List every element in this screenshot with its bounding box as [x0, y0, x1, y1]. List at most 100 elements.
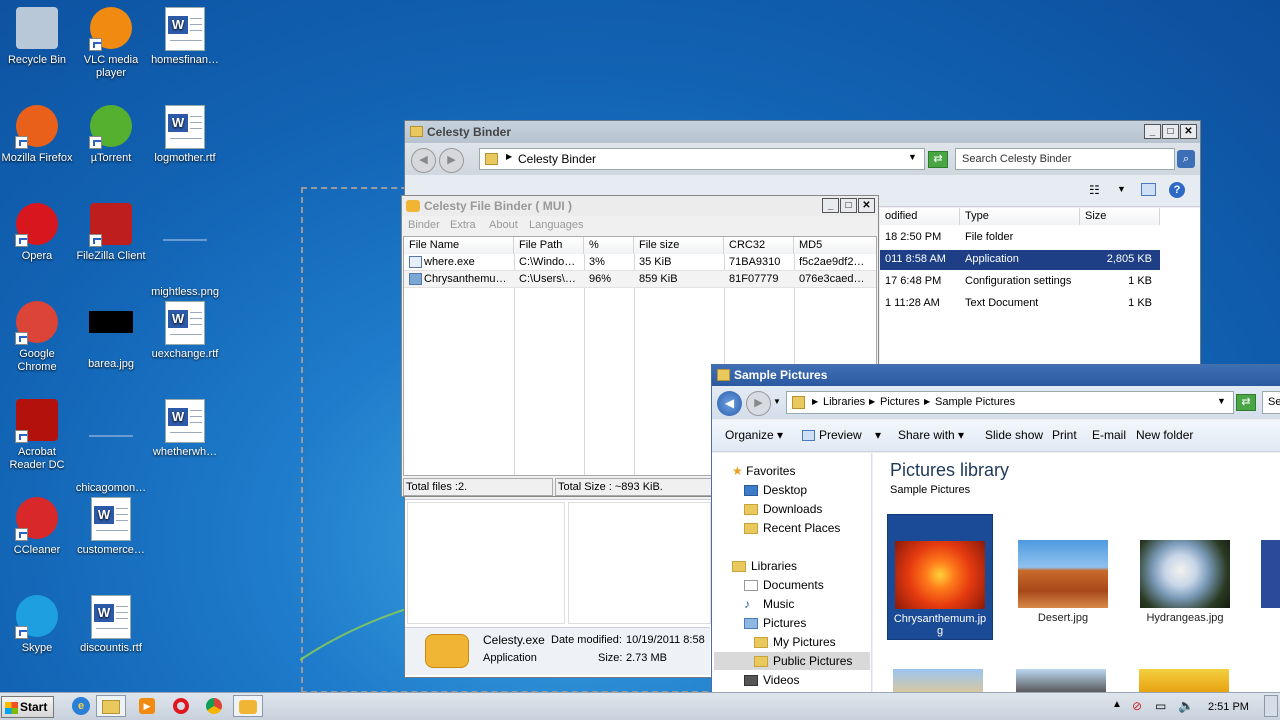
column-header-file-path[interactable]: File Path: [514, 237, 584, 254]
minimize-button[interactable]: _: [822, 198, 839, 213]
back-button[interactable]: ◀: [411, 148, 436, 173]
column-header-percent[interactable]: %: [584, 237, 634, 254]
email-button[interactable]: E-mail: [1092, 420, 1126, 450]
desktop-icon[interactable]: Wlogmother.rtf: [148, 101, 222, 165]
network-icon[interactable]: ⊘: [1132, 699, 1142, 713]
nav-recent-places[interactable]: Recent Places: [744, 519, 840, 537]
share-with-button[interactable]: Share with ▾: [898, 420, 964, 450]
breadcrumb-sample-pictures[interactable]: Sample Pictures: [935, 396, 1015, 408]
desktop-icon[interactable]: Google Chrome: [0, 297, 74, 374]
clock[interactable]: 2:51 PM: [1208, 701, 1249, 713]
menu-binder[interactable]: Binder: [408, 219, 440, 231]
nav-pictures[interactable]: Pictures: [744, 614, 806, 632]
media-player-icon[interactable]: ▶: [132, 695, 162, 717]
column-header-modified[interactable]: odified: [880, 208, 960, 225]
desktop-icon[interactable]: Skype: [0, 591, 74, 655]
menu-about[interactable]: About: [489, 219, 518, 231]
print-button[interactable]: Print: [1052, 420, 1077, 450]
table-row[interactable]: Chrysanthemu… C:\Users\… 96% 859 KiB 81F0777…: [404, 271, 876, 288]
thumbnail-lighthouse[interactable]: [893, 669, 983, 693]
desktop-icon[interactable]: Whomesfinan…: [148, 3, 222, 67]
action-center-icon[interactable]: ▭: [1155, 699, 1166, 713]
thumbnail-chrysanthemum[interactable]: Chrysanthemum.jpg: [887, 514, 993, 640]
nav-music[interactable]: ♪ Music: [744, 595, 794, 613]
windows-explorer-icon[interactable]: [96, 695, 126, 717]
new-folder-button[interactable]: New folder: [1136, 420, 1193, 450]
close-button[interactable]: ✕: [858, 198, 875, 213]
preview-button[interactable]: Preview ▾: [802, 420, 881, 450]
address-bar[interactable]: ▶ Libraries ▶ Pictures ▶ Sample Pictures…: [786, 391, 1234, 414]
column-header-type[interactable]: Type: [960, 208, 1080, 225]
preview-pane-icon[interactable]: [1141, 183, 1156, 196]
nav-videos[interactable]: Videos: [744, 671, 799, 689]
forward-button[interactable]: ▶: [746, 391, 771, 416]
desktop-icon[interactable]: Recycle Bin: [0, 3, 74, 67]
nav-favorites[interactable]: ★ Favorites: [732, 462, 795, 480]
desktop-icon[interactable]: VLC media player: [74, 3, 148, 80]
help-icon[interactable]: ?: [1169, 182, 1185, 198]
desktop-icon[interactable]: chicagomon…: [74, 395, 148, 495]
nav-documents[interactable]: Documents: [744, 576, 824, 594]
desktop-icon[interactable]: mightless.png: [148, 199, 222, 299]
minimize-button[interactable]: _: [1144, 124, 1161, 139]
thumbnail-hydrangeas[interactable]: Hydrangeas.jpg: [1135, 514, 1235, 624]
thumbnail-desert[interactable]: Desert.jpg: [1013, 514, 1113, 624]
column-header-md5[interactable]: MD5: [794, 237, 876, 254]
start-button[interactable]: Start: [1, 696, 54, 718]
refresh-button[interactable]: ⇄: [928, 151, 948, 168]
desktop-icon[interactable]: µTorrent: [74, 101, 148, 165]
chevron-down-icon[interactable]: ▼: [1217, 396, 1226, 406]
desktop-icon[interactable]: FileZilla Client: [74, 199, 148, 263]
desktop-icon[interactable]: Mozilla Firefox: [0, 101, 74, 165]
opera-taskbar-icon[interactable]: [166, 695, 196, 717]
breadcrumb-libraries[interactable]: Libraries: [823, 396, 865, 408]
search-input[interactable]: Se: [1262, 391, 1280, 414]
desktop-icon[interactable]: Wcustomerce…: [74, 493, 148, 557]
address-bar[interactable]: ▶ Celesty Binder ▼: [479, 148, 925, 170]
chevron-down-icon[interactable]: ▼: [908, 152, 917, 162]
table-row[interactable]: 1 11:28 AM Text Document 1 KB: [880, 294, 1160, 314]
celesty-taskbar-icon[interactable]: [233, 695, 263, 717]
chrome-taskbar-icon[interactable]: [199, 695, 229, 717]
slide-show-button[interactable]: Slide show: [985, 420, 1043, 450]
refresh-button[interactable]: ⇄: [1236, 394, 1256, 411]
nav-my-pictures[interactable]: My Pictures: [754, 633, 836, 651]
menu-languages[interactable]: Languages: [529, 219, 583, 231]
back-button[interactable]: ◀: [717, 391, 742, 416]
menu-extra[interactable]: Extra: [450, 219, 476, 231]
organize-button[interactable]: Organize ▾: [725, 420, 783, 450]
breadcrumb-pictures[interactable]: Pictures: [880, 396, 920, 408]
column-header-size[interactable]: Size: [1080, 208, 1160, 225]
desktop-icon[interactable]: Opera: [0, 199, 74, 263]
thumbnail-partial[interactable]: [1261, 540, 1280, 608]
maximize-button[interactable]: □: [840, 198, 857, 213]
view-options-icon[interactable]: ☷: [1089, 183, 1100, 197]
desktop-icon[interactable]: Wdiscountis.rtf: [74, 591, 148, 655]
maximize-button[interactable]: □: [1162, 124, 1179, 139]
column-header-file-size[interactable]: File size: [634, 237, 724, 254]
forward-button[interactable]: ▶: [439, 148, 464, 173]
desktop-icon[interactable]: Acrobat Reader DC: [0, 395, 74, 472]
desktop-icon[interactable]: barea.jpg: [74, 297, 148, 371]
table-row[interactable]: where.exe C:\Windo… 3% 35 KiB 71BA9310 f5c2ae…: [404, 254, 876, 271]
show-hidden-icons[interactable]: ▲: [1112, 699, 1122, 710]
nav-public-pictures[interactable]: Public Pictures: [714, 652, 870, 670]
show-desktop-button[interactable]: [1264, 695, 1278, 717]
desktop-icon[interactable]: Wuexchange.rtf: [148, 297, 222, 361]
table-row[interactable]: 17 6:48 PM Configuration settings 1 KB: [880, 272, 1160, 292]
table-row[interactable]: 011 8:58 AM Application 2,805 KB: [880, 250, 1160, 270]
search-input[interactable]: Search Celesty Binder: [955, 148, 1175, 170]
column-header-crc32[interactable]: CRC32: [724, 237, 794, 254]
breadcrumb[interactable]: Celesty Binder: [518, 152, 596, 166]
nav-libraries[interactable]: Libraries: [732, 557, 797, 575]
nav-downloads[interactable]: Downloads: [744, 500, 822, 518]
close-button[interactable]: ✕: [1180, 124, 1197, 139]
desktop-icon[interactable]: CCleaner: [0, 493, 74, 557]
nav-desktop[interactable]: Desktop: [744, 481, 807, 499]
table-row[interactable]: 18 2:50 PM File folder: [880, 228, 1160, 248]
column-header-file-name[interactable]: File Name: [404, 237, 514, 254]
chevron-down-icon[interactable]: ▼: [1117, 184, 1126, 194]
volume-icon[interactable]: 🔈: [1178, 698, 1194, 714]
desktop-icon[interactable]: Wwhetherwh…: [148, 395, 222, 459]
search-icon[interactable]: ⌕: [1177, 150, 1195, 168]
